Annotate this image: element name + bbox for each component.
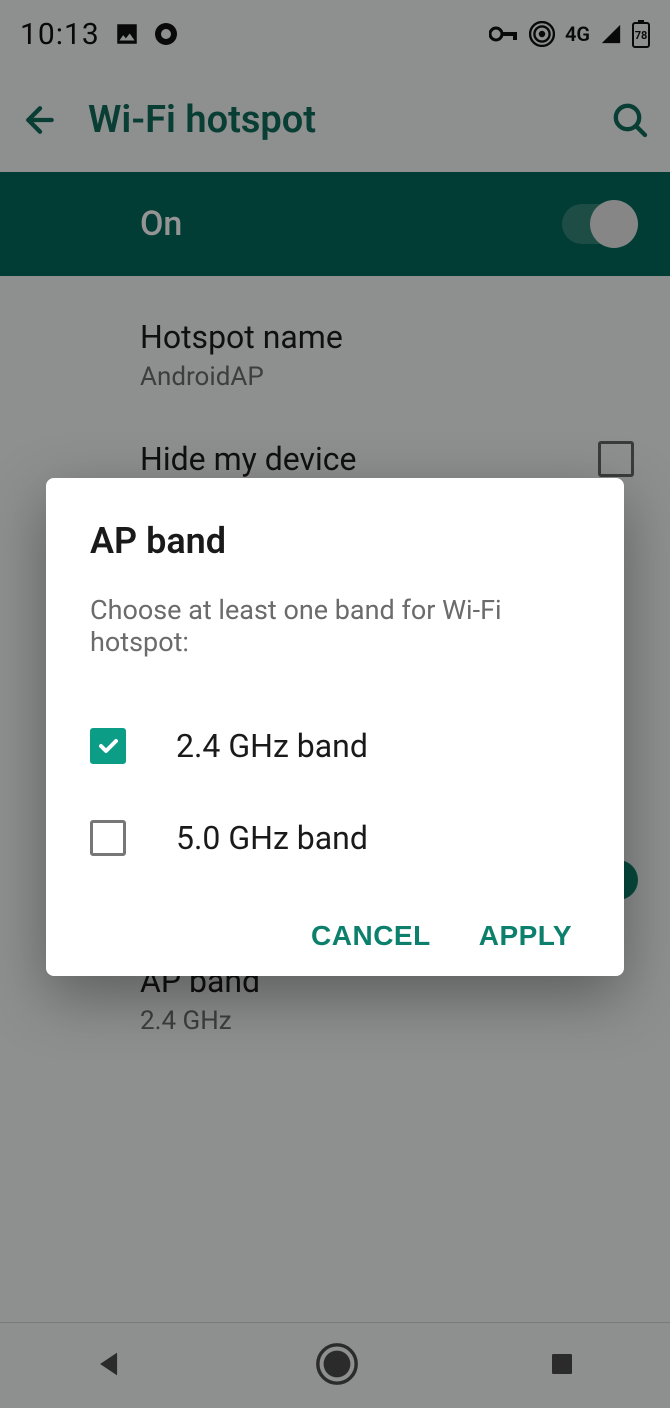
- dialog-option-label: 5.0 GHz band: [176, 819, 368, 857]
- dialog-actions: CANCEL APPLY: [90, 920, 580, 952]
- dialog-title: AP band: [90, 520, 580, 562]
- apply-button[interactable]: APPLY: [479, 920, 572, 952]
- dialog-subtitle: Choose at least one band for Wi-Fi hotsp…: [90, 594, 580, 658]
- dialog-option-label: 2.4 GHz band: [176, 727, 368, 765]
- checkbox-checked-icon: [90, 728, 126, 764]
- dialog-option-5-0ghz[interactable]: 5.0 GHz band: [90, 792, 580, 884]
- checkbox-unchecked-icon: [90, 820, 126, 856]
- dialog-option-2-4ghz[interactable]: 2.4 GHz band: [90, 700, 580, 792]
- cancel-button[interactable]: CANCEL: [311, 920, 431, 952]
- ap-band-dialog: AP band Choose at least one band for Wi-…: [46, 478, 624, 976]
